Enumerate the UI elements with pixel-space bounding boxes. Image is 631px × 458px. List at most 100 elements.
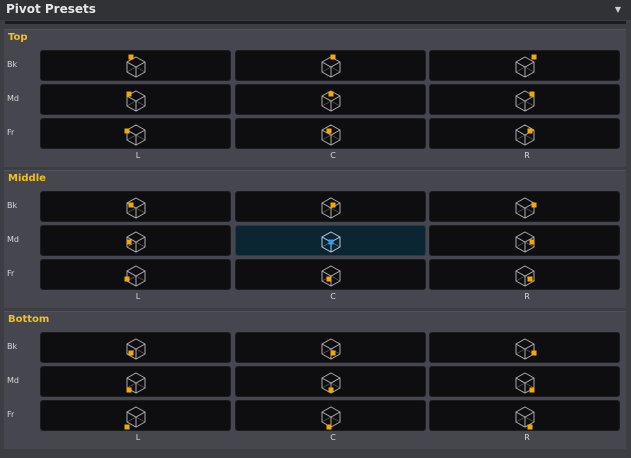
cube-pivot-icon bbox=[321, 372, 341, 394]
cube-pivot-icon bbox=[321, 124, 341, 146]
pivot-preset-middle-fr-r[interactable] bbox=[429, 259, 620, 290]
pivot-preset-bottom-bk-l[interactable] bbox=[40, 332, 231, 363]
cube-pivot-icon bbox=[126, 231, 146, 253]
pivot-preset-bottom-bk-c[interactable] bbox=[235, 332, 426, 363]
pivot-marker bbox=[531, 350, 537, 356]
cube-pivot-icon bbox=[321, 90, 341, 112]
cube-pivot-icon bbox=[321, 197, 341, 219]
pivot-presets-panel: Pivot Presets ▼ Top Bk Md Fr L C R Middle Bk Md Fr… bbox=[0, 0, 631, 458]
pivot-preset-top-bk-c[interactable] bbox=[235, 50, 426, 81]
panel-title: Pivot Presets bbox=[6, 2, 96, 16]
pivot-preset-bottom-md-l[interactable] bbox=[40, 366, 231, 397]
pivot-marker bbox=[124, 276, 130, 282]
header-divider bbox=[5, 21, 626, 24]
row-label-fr: Fr bbox=[7, 128, 15, 137]
pivot-marker bbox=[328, 239, 334, 245]
row-label-fr: Fr bbox=[7, 269, 15, 278]
pivot-preset-middle-md-l[interactable] bbox=[40, 225, 231, 256]
pivot-preset-top-bk-l[interactable] bbox=[40, 50, 231, 81]
cube-pivot-icon bbox=[515, 265, 535, 287]
col-label-r: R bbox=[524, 292, 530, 301]
pivot-marker bbox=[527, 128, 533, 134]
row-label-bk: Bk bbox=[7, 342, 18, 351]
pivot-preset-middle-bk-r[interactable] bbox=[429, 191, 620, 222]
col-label-r: R bbox=[524, 433, 530, 442]
pivot-preset-middle-bk-l[interactable] bbox=[40, 191, 231, 222]
cube-pivot-icon bbox=[126, 338, 146, 360]
pivot-marker bbox=[531, 54, 537, 60]
cube-pivot-icon bbox=[515, 197, 537, 219]
pivot-preset-bottom-fr-c[interactable] bbox=[235, 400, 426, 431]
pivot-preset-bottom-md-c[interactable] bbox=[235, 366, 426, 397]
pivot-marker bbox=[126, 239, 132, 245]
cube-pivot-icon bbox=[515, 338, 537, 360]
row-label-md: Md bbox=[7, 235, 19, 244]
cube-pivot-icon bbox=[321, 265, 341, 287]
pivot-marker bbox=[326, 128, 332, 134]
pivot-marker bbox=[326, 424, 332, 430]
pivot-marker bbox=[527, 276, 533, 282]
pivot-marker bbox=[124, 424, 130, 430]
section-title: Middle bbox=[8, 173, 46, 184]
pivot-marker bbox=[330, 202, 336, 208]
col-label-c: C bbox=[330, 151, 336, 160]
cube-pivot-icon bbox=[124, 406, 146, 430]
cube-pivot-icon bbox=[515, 124, 535, 146]
pivot-marker bbox=[330, 350, 336, 356]
pivot-preset-top-fr-l[interactable] bbox=[40, 118, 231, 149]
cube-pivot-icon bbox=[515, 54, 537, 78]
cube-pivot-icon bbox=[515, 90, 535, 112]
pivot-preset-middle-bk-c[interactable] bbox=[235, 191, 426, 222]
panel-header: Pivot Presets ▼ bbox=[0, 0, 631, 20]
cube-pivot-icon bbox=[126, 54, 146, 78]
pivot-preset-top-md-r[interactable] bbox=[429, 84, 620, 115]
pivot-preset-bottom-fr-r[interactable] bbox=[429, 400, 620, 431]
cube-pivot-icon bbox=[124, 124, 146, 146]
pivot-preset-middle-md-c[interactable] bbox=[235, 225, 426, 256]
pivot-preset-bottom-bk-r[interactable] bbox=[429, 332, 620, 363]
cube-pivot-icon bbox=[515, 372, 535, 394]
triangle-down-icon[interactable]: ▼ bbox=[615, 5, 621, 14]
cube-pivot-icon bbox=[321, 231, 341, 253]
pivot-marker bbox=[126, 387, 132, 393]
pivot-marker bbox=[124, 128, 130, 134]
section-top: Top Bk Md Fr L C R bbox=[4, 29, 626, 167]
col-label-l: L bbox=[135, 433, 141, 442]
pivot-marker bbox=[330, 54, 336, 60]
pivot-preset-top-fr-r[interactable] bbox=[429, 118, 620, 149]
pivot-preset-top-md-c[interactable] bbox=[235, 84, 426, 115]
col-label-r: R bbox=[524, 151, 530, 160]
cube-pivot-icon bbox=[126, 372, 146, 394]
pivot-marker bbox=[326, 276, 332, 282]
pivot-preset-bottom-md-r[interactable] bbox=[429, 366, 620, 397]
col-label-c: C bbox=[330, 292, 336, 301]
pivot-marker bbox=[527, 424, 533, 430]
cube-pivot-icon bbox=[321, 406, 341, 430]
cube-pivot-icon bbox=[126, 90, 146, 112]
row-label-md: Md bbox=[7, 94, 19, 103]
pivot-preset-top-bk-r[interactable] bbox=[429, 50, 620, 81]
section-bottom: Bottom Bk Md Fr L C R bbox=[4, 311, 626, 449]
section-title: Top bbox=[8, 32, 28, 43]
pivot-preset-bottom-fr-l[interactable] bbox=[40, 400, 231, 431]
pivot-preset-middle-md-r[interactable] bbox=[429, 225, 620, 256]
section-title: Bottom bbox=[8, 314, 50, 325]
cube-pivot-icon bbox=[124, 265, 146, 287]
pivot-preset-middle-fr-l[interactable] bbox=[40, 259, 231, 290]
col-label-l: L bbox=[135, 292, 141, 301]
pivot-marker bbox=[328, 387, 334, 393]
cube-pivot-icon bbox=[515, 231, 535, 253]
col-label-c: C bbox=[330, 433, 336, 442]
pivot-preset-middle-fr-c[interactable] bbox=[235, 259, 426, 290]
pivot-marker bbox=[128, 54, 134, 60]
row-label-bk: Bk bbox=[7, 201, 18, 210]
cube-pivot-icon bbox=[126, 197, 146, 219]
row-label-fr: Fr bbox=[7, 410, 15, 419]
cube-pivot-icon bbox=[515, 406, 535, 430]
cube-pivot-icon bbox=[321, 54, 341, 78]
pivot-marker bbox=[128, 202, 134, 208]
pivot-preset-top-md-l[interactable] bbox=[40, 84, 231, 115]
col-label-l: L bbox=[135, 151, 141, 160]
cube-pivot-icon bbox=[321, 338, 341, 360]
pivot-preset-top-fr-c[interactable] bbox=[235, 118, 426, 149]
